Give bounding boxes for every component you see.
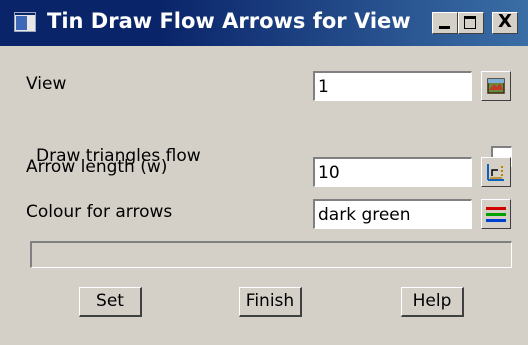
dialog-window: Tin Draw Flow Arrows for View X View 1 D… [0,0,528,345]
finish-button[interactable]: Finish [239,287,302,317]
arrow-length-input[interactable]: 10 [313,157,472,187]
model-picker-icon [487,78,505,94]
window-title: Tin Draw Flow Arrows for View [47,9,411,33]
minimize-button[interactable] [432,12,458,34]
maximize-button[interactable] [458,12,484,34]
colour-label: Colour for arrows [26,202,173,222]
close-button[interactable]: X [492,11,518,34]
status-bar [30,241,512,268]
help-button[interactable]: Help [401,287,464,317]
set-button[interactable]: Set [79,287,142,317]
title-bar[interactable]: Tin Draw Flow Arrows for View X [0,0,528,46]
arrow-length-label: Arrow length (w) [26,157,168,177]
colour-input[interactable]: dark green [313,199,472,229]
close-icon: X [498,11,512,32]
colour-picker-icon [486,207,506,222]
measure-icon [487,164,504,181]
view-picker-button[interactable] [481,71,511,101]
colour-picker-button[interactable] [481,199,511,229]
arrow-length-pick-button[interactable] [481,157,511,187]
view-label: View [26,74,67,94]
app-icon [14,12,36,32]
view-input[interactable]: 1 [313,71,472,101]
